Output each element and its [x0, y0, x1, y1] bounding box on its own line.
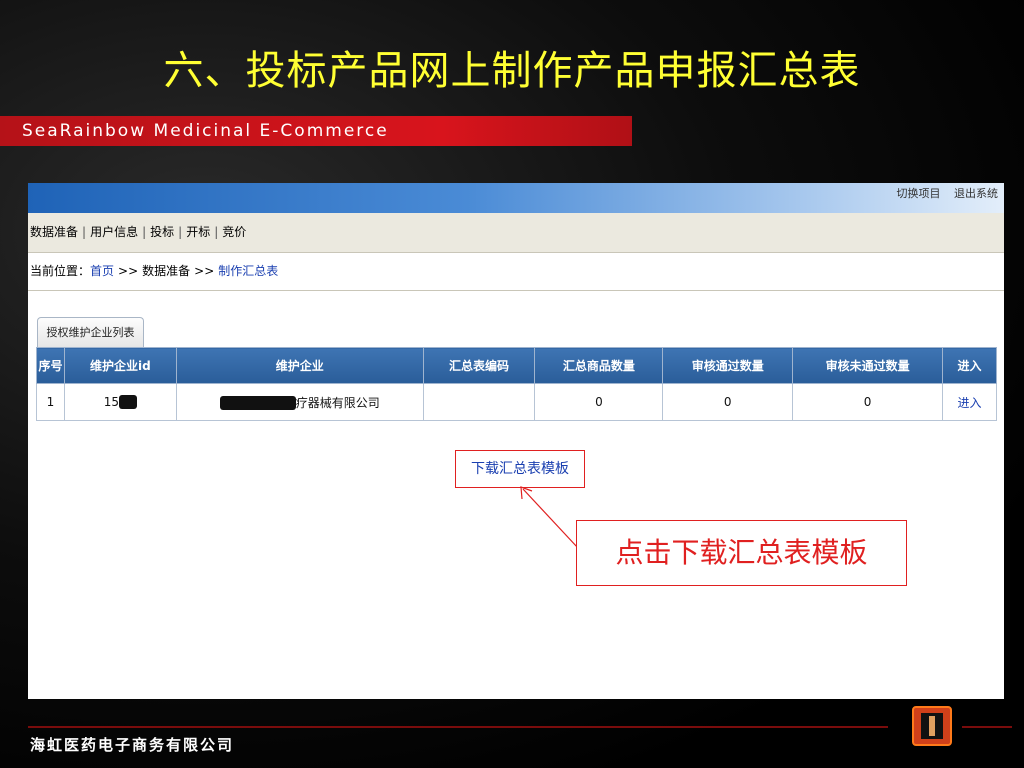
- companies-table: 序号 维护企业id 维护企业 汇总表编码 汇总商品数量 审核通过数量 审核未通过…: [36, 347, 998, 421]
- cell-company-id: 15: [63, 383, 177, 421]
- callout-box: 点击下载汇总表模板: [576, 520, 907, 586]
- nav-item-user-info[interactable]: 用户信息: [90, 225, 138, 239]
- company-id-text: 15: [103, 394, 120, 409]
- breadcrumb: 当前位置：首页 >> 数据准备 >> 制作汇总表: [28, 253, 1004, 291]
- breadcrumb-current[interactable]: 制作汇总表: [218, 264, 278, 278]
- nav-separator: |: [178, 225, 183, 239]
- col-header-summary-code: 汇总表编码: [422, 347, 536, 384]
- cell-approved: 0: [662, 383, 794, 421]
- col-header-company: 维护企业: [175, 347, 424, 384]
- table-header-row: 序号 维护企业id 维护企业 汇总表编码 汇总商品数量 审核通过数量 审核未通过…: [36, 347, 998, 384]
- company-name: 海虹医药电子商务有限公司: [30, 736, 235, 754]
- cell-summary-code: [422, 383, 536, 421]
- logo-mark: [921, 713, 943, 739]
- footer-rule: [962, 726, 1012, 728]
- tab-authorized-companies[interactable]: 授权维护企业列表: [37, 317, 144, 347]
- nav-separator: |: [82, 225, 87, 239]
- table-row: 1 15 疗器械有限公司 0 0 0 进入: [36, 383, 998, 421]
- col-header-rejected: 审核未通过数量: [792, 347, 943, 384]
- col-header-product-count: 汇总商品数量: [534, 347, 664, 384]
- app-header-band: 切换项目 退出系统: [28, 183, 1004, 213]
- breadcrumb-home[interactable]: 首页: [90, 264, 114, 278]
- brand-bar: SeaRainbow Medicinal E-Commerce: [0, 116, 632, 146]
- logout-link[interactable]: 退出系统: [954, 187, 998, 200]
- nav-separator: |: [142, 225, 147, 239]
- nav-item-bid-opening[interactable]: 开标: [186, 225, 210, 239]
- slide-title: 六、投标产品网上制作产品申报汇总表: [163, 48, 861, 94]
- download-template-button[interactable]: 下载汇总表模板: [455, 450, 585, 488]
- cell-company-name: 疗器械有限公司: [175, 383, 424, 421]
- redaction-mark: [219, 396, 296, 410]
- switch-project-link[interactable]: 切换项目: [897, 187, 941, 200]
- nav-item-data-prep[interactable]: 数据准备: [30, 225, 78, 239]
- top-links: 切换项目 退出系统: [887, 185, 999, 201]
- nav-menu: 数据准备 | 用户信息 | 投标 | 开标 | 竞价: [28, 213, 1004, 253]
- nav-separator: |: [214, 225, 219, 239]
- redaction-mark: [119, 395, 138, 410]
- col-header-company-id: 维护企业id: [63, 347, 177, 384]
- app-window: 切换项目 退出系统 数据准备 | 用户信息 | 投标 | 开标 | 竞价 当前位置：首页 >> 数据…: [28, 183, 1004, 699]
- breadcrumb-separator: >>: [194, 264, 215, 278]
- cell-rejected: 0: [792, 383, 943, 421]
- enter-link[interactable]: 进入: [941, 383, 998, 421]
- col-header-index: 序号: [36, 347, 65, 384]
- cell-product-count: 0: [534, 383, 664, 421]
- col-header-approved: 审核通过数量: [662, 347, 794, 384]
- company-logo-icon: [912, 706, 952, 746]
- breadcrumb-data-prep: 数据准备: [142, 264, 191, 278]
- nav-item-auction[interactable]: 竞价: [222, 225, 246, 239]
- footer-rule: [28, 726, 888, 728]
- col-header-enter: 进入: [941, 347, 998, 384]
- breadcrumb-prefix: 当前位置：: [30, 264, 91, 278]
- cell-index: 1: [36, 383, 65, 421]
- company-name-text: 疗器械有限公司: [295, 395, 380, 410]
- breadcrumb-separator: >>: [118, 264, 139, 278]
- nav-item-bid[interactable]: 投标: [150, 225, 174, 239]
